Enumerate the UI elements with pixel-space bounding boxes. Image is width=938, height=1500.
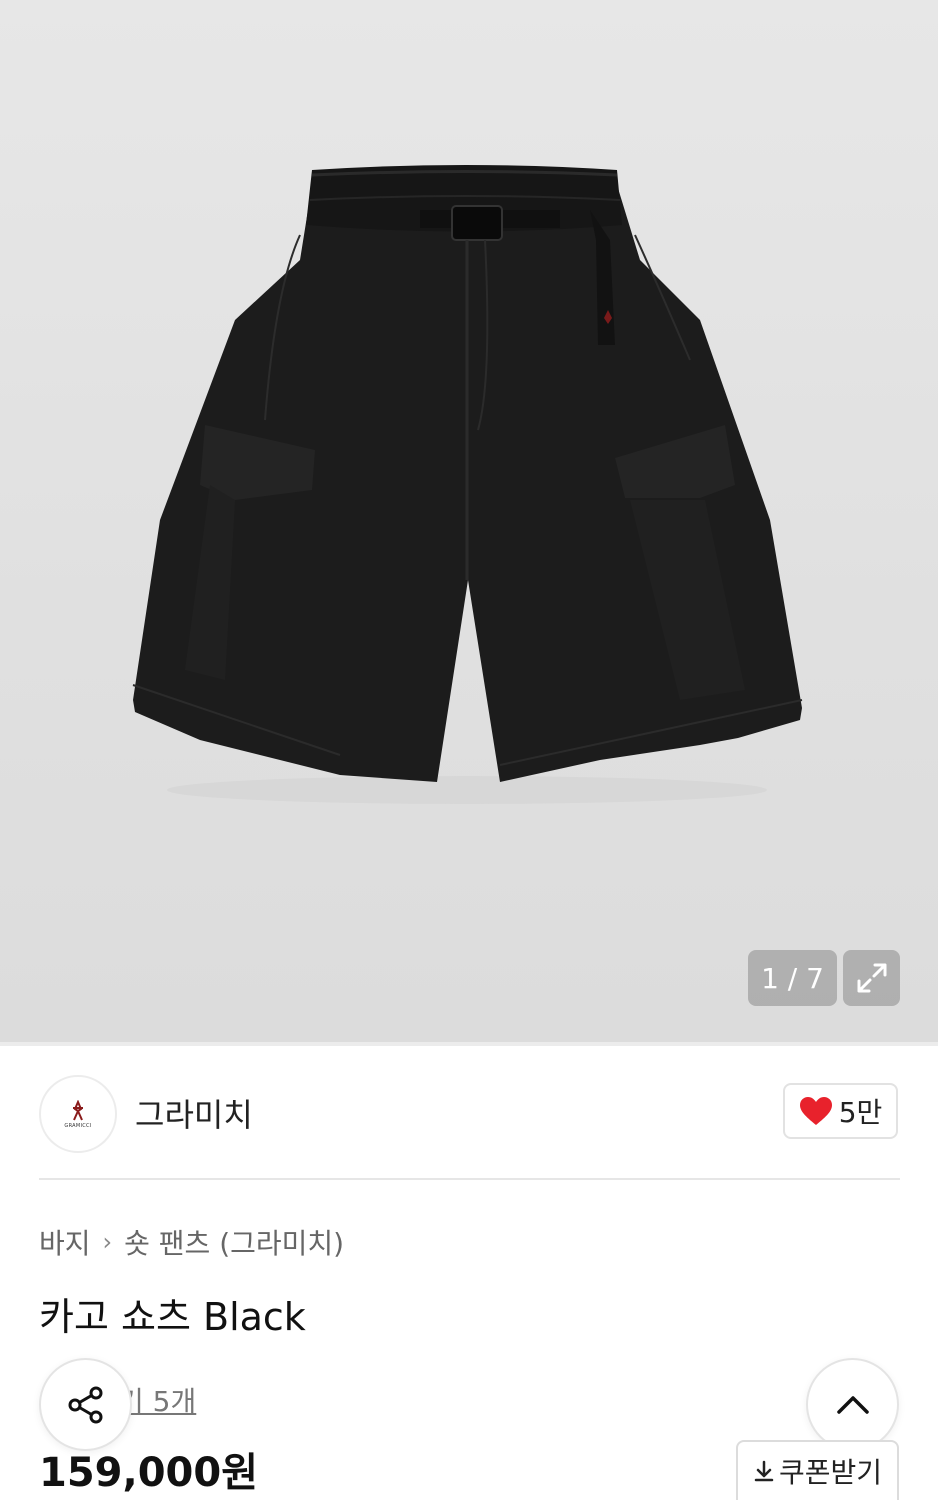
divider [39, 1178, 900, 1180]
breadcrumb-category[interactable]: 바지 [39, 1222, 91, 1262]
brand-logo-text: GRAMICCI [64, 1122, 92, 1129]
coupon-label: 쿠폰받기 [778, 1456, 883, 1489]
brand-name[interactable]: 그라미치 [135, 1090, 253, 1136]
image-counter: 1 / 7 [748, 950, 837, 1006]
breadcrumb-subcategory[interactable]: 숏 팬츠 (그라미치) [124, 1222, 344, 1262]
breadcrumb: 바지 › 숏 팬츠 (그라미치) [39, 1222, 344, 1262]
brand-logo[interactable]: GRAMICCI [39, 1075, 117, 1153]
section-divider [0, 1042, 938, 1046]
chevron-up-icon [836, 1395, 869, 1414]
expand-icon [857, 963, 886, 993]
coupon-button[interactable]: 쿠폰받기 [736, 1440, 899, 1500]
brand-logo-icon [73, 1099, 83, 1120]
product-title: 카고 쇼츠 Black [39, 1295, 306, 1339]
like-button[interactable]: 5만 [783, 1083, 898, 1139]
like-count: 5만 [838, 1096, 883, 1129]
image-counter-text: 1 / 7 [761, 961, 824, 995]
heart-icon [799, 1097, 832, 1125]
chevron-right-icon: › [102, 1228, 113, 1256]
fullscreen-button[interactable] [843, 950, 900, 1006]
product-image[interactable] [0, 0, 938, 1042]
scroll-top-button[interactable] [806, 1358, 899, 1451]
share-icon [68, 1386, 102, 1423]
product-image-gallery[interactable]: 1 / 7 [0, 0, 938, 1042]
share-button[interactable] [39, 1358, 132, 1451]
download-icon [754, 1460, 774, 1482]
